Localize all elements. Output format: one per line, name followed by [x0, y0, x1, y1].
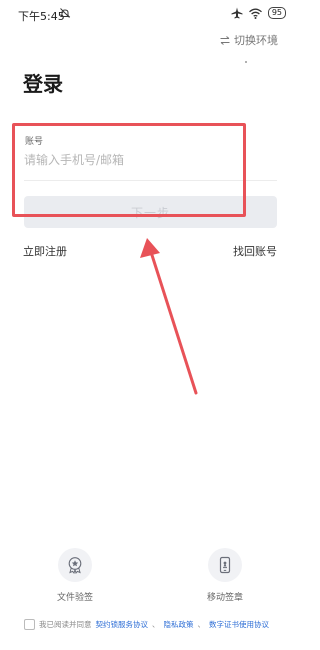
switch-environment-label: 切换环境	[234, 34, 278, 47]
certificate-agreement-link[interactable]: 数字证书使用协议	[209, 619, 269, 630]
privacy-policy-link[interactable]: 隐私政策	[164, 619, 194, 630]
agreement-checkbox[interactable]	[24, 619, 35, 630]
feature-file-verify[interactable]: 文件验签	[40, 548, 110, 603]
input-underline	[24, 180, 277, 181]
status-icons: 95	[231, 7, 286, 19]
agreement-prefix: 我已阅读并同意	[39, 620, 92, 629]
account-label: 账号	[25, 137, 44, 147]
register-link[interactable]: 立即注册	[23, 243, 67, 259]
switch-environment-button[interactable]: 切换环境	[220, 32, 278, 48]
status-time: 下午5:45	[18, 10, 65, 23]
decorative-dot	[245, 61, 247, 63]
feature-mobile-sign-circle	[208, 548, 242, 582]
feature-file-verify-label: 文件验签	[56, 593, 93, 603]
feature-file-verify-circle	[58, 548, 92, 582]
airplane-icon	[231, 7, 243, 19]
next-button[interactable]: 下一步	[24, 196, 277, 228]
page-title: 登录	[23, 72, 63, 96]
status-bar: 下午5:45 95	[0, 0, 300, 26]
agreement-row: 我已阅读并同意 契约锁服务协议、隐私政策、数字证书使用协议	[24, 619, 269, 630]
agreement-separator: 、	[152, 620, 160, 629]
service-agreement-link[interactable]: 契约锁服务协议	[96, 619, 149, 630]
wifi-icon	[248, 8, 262, 19]
mobile-sign-icon	[219, 556, 231, 574]
account-input[interactable]	[24, 149, 254, 171]
mute-icon	[59, 8, 71, 18]
recover-account-link[interactable]: 找回账号	[233, 243, 277, 259]
battery-icon: 95	[267, 7, 286, 19]
feature-mobile-sign-label: 移动签章	[206, 593, 243, 603]
swap-arrows-icon	[220, 35, 230, 45]
feature-mobile-sign[interactable]: 移动签章	[190, 548, 260, 603]
seal-verify-icon	[68, 557, 82, 574]
agreement-separator: 、	[197, 620, 206, 629]
